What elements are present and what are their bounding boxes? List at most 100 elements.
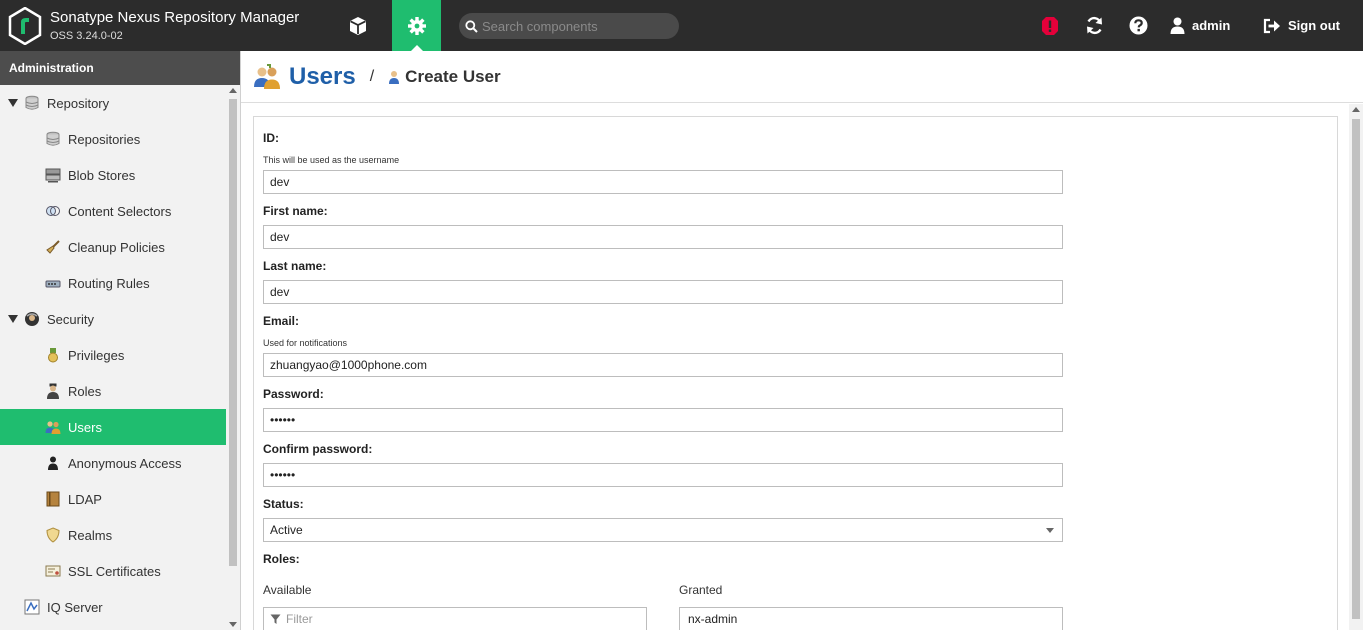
granted-role-item[interactable]: nx-admin — [679, 607, 1063, 630]
app-header: Sonatype Nexus Repository Manager OSS 3.… — [0, 0, 1363, 51]
sidebar-item-repository[interactable]: Repository — [0, 85, 226, 121]
sidebar-item-label: SSL Certificates — [68, 563, 161, 579]
iq-icon — [24, 599, 40, 615]
app-title: Sonatype Nexus Repository Manager — [50, 9, 300, 26]
breadcrumb-current: Create User — [405, 66, 501, 86]
sidebar-item-routing-rules[interactable]: Routing Rules — [0, 265, 226, 301]
person-icon — [45, 455, 61, 471]
sidebar-item-label: Blob Stores — [68, 167, 136, 183]
sidebar-item-ldap[interactable]: LDAP — [0, 481, 226, 517]
sidebar-item-label: Anonymous Access — [68, 455, 182, 471]
available-roles-label: Available — [263, 583, 312, 597]
sidebar-item-security[interactable]: Security — [0, 301, 226, 337]
database-icon — [45, 131, 61, 147]
help-icon — [1129, 16, 1147, 35]
sidebar-item-label: Repositories — [68, 131, 141, 147]
id-field[interactable] — [263, 170, 1063, 194]
selector-icon — [45, 203, 61, 219]
scroll-down-arrow-icon[interactable] — [229, 622, 237, 627]
sidebar-item-label: Users — [68, 419, 102, 435]
security-icon — [24, 311, 40, 327]
last-name-field[interactable] — [263, 280, 1063, 304]
confirm-password-field[interactable] — [263, 463, 1063, 487]
system-alert-button[interactable] — [1036, 0, 1064, 51]
sidebar-item-label: Privileges — [68, 347, 125, 363]
user-icon — [1170, 17, 1185, 34]
users-icon — [253, 63, 281, 91]
sidebar-item-repositories[interactable]: Repositories — [0, 121, 226, 157]
scroll-up-arrow-icon[interactable] — [1352, 107, 1360, 112]
cube-icon — [350, 16, 366, 35]
administration-button[interactable] — [392, 0, 441, 51]
sidebar-item-realms[interactable]: Realms — [0, 517, 226, 553]
main-content: Users / Create User ID: This will be use… — [241, 51, 1363, 630]
sign-out-button[interactable]: Sign out — [1263, 0, 1340, 51]
sidebar-item-label: Routing Rules — [68, 275, 150, 291]
sidebar-item-label: Security — [47, 311, 94, 327]
sidebar-item-anonymous-access[interactable]: Anonymous Access — [0, 445, 226, 481]
username-label: admin — [1192, 18, 1231, 33]
server-icon — [45, 167, 61, 183]
sidebar-item-label: Content Selectors — [68, 203, 172, 219]
expand-arrow-icon[interactable] — [8, 315, 18, 323]
page-title[interactable]: Users — [289, 63, 356, 91]
refresh-button[interactable] — [1080, 0, 1108, 51]
sidebar-item-label: Realms — [68, 527, 113, 543]
sidebar-item-users[interactable]: Users — [0, 409, 226, 445]
search-icon — [465, 19, 478, 33]
role-icon — [45, 383, 61, 399]
help-button[interactable] — [1124, 0, 1152, 51]
main-scrollbar[interactable] — [1349, 104, 1363, 630]
search-input[interactable] — [482, 18, 672, 34]
admin-nav: Repository Repositories Blob Stores Cont… — [0, 85, 226, 625]
breadcrumb-separator: / — [369, 67, 375, 85]
sidebar-scroll-thumb[interactable] — [229, 99, 237, 566]
id-hint: This will be used as the username — [263, 155, 400, 165]
sign-out-label: Sign out — [1288, 18, 1340, 33]
users-icon — [45, 419, 61, 435]
first-name-field[interactable] — [263, 225, 1063, 249]
browse-button[interactable] — [333, 0, 383, 51]
password-field[interactable] — [263, 408, 1063, 432]
search-box[interactable] — [459, 13, 679, 39]
sidebar-item-iq-server[interactable]: IQ Server — [0, 589, 226, 625]
certificate-icon — [45, 563, 61, 579]
first-name-label: First name: — [263, 204, 328, 218]
scroll-up-arrow-icon[interactable] — [229, 88, 237, 93]
sidebar-item-content-selectors[interactable]: Content Selectors — [0, 193, 226, 229]
roles-label: Roles: — [263, 552, 300, 566]
granted-roles-label: Granted — [679, 583, 723, 597]
user-icon — [388, 70, 400, 84]
roles-filter[interactable] — [263, 607, 647, 630]
medal-icon — [45, 347, 61, 363]
alert-icon — [1042, 16, 1058, 35]
confirm-password-label: Confirm password: — [263, 442, 373, 456]
sidebar-item-label: Roles — [68, 383, 102, 399]
main-scroll-thumb[interactable] — [1352, 119, 1360, 619]
shield-icon — [45, 527, 61, 543]
expand-arrow-icon[interactable] — [8, 99, 18, 107]
email-field[interactable] — [263, 353, 1063, 377]
sidebar-item-blob-stores[interactable]: Blob Stores — [0, 157, 226, 193]
create-user-form: ID: This will be used as the username Fi… — [253, 116, 1338, 630]
nexus-logo-icon — [8, 7, 42, 45]
gear-icon — [407, 16, 426, 35]
sidebar-scrollbar[interactable] — [226, 85, 240, 630]
status-label: Status: — [263, 497, 304, 511]
app-version: OSS 3.24.0-02 — [50, 30, 123, 42]
sidebar-item-ssl-certificates[interactable]: SSL Certificates — [0, 553, 226, 589]
user-menu-button[interactable]: admin — [1170, 0, 1230, 51]
id-label: ID: — [263, 131, 279, 145]
sidebar-item-roles[interactable]: Roles — [0, 373, 226, 409]
password-label: Password: — [263, 387, 324, 401]
sidebar-item-cleanup-policies[interactable]: Cleanup Policies — [0, 229, 226, 265]
status-select[interactable]: Active — [263, 518, 1063, 542]
roles-filter-input[interactable] — [286, 612, 626, 626]
database-icon — [24, 95, 40, 111]
brand[interactable]: Sonatype Nexus Repository Manager OSS 3.… — [8, 6, 299, 46]
chevron-down-icon[interactable] — [1046, 528, 1054, 533]
sidebar-item-label: IQ Server — [47, 599, 103, 615]
sidebar-item-privileges[interactable]: Privileges — [0, 337, 226, 373]
sign-out-icon — [1263, 18, 1280, 33]
sidebar-item-label: Repository — [47, 95, 110, 111]
